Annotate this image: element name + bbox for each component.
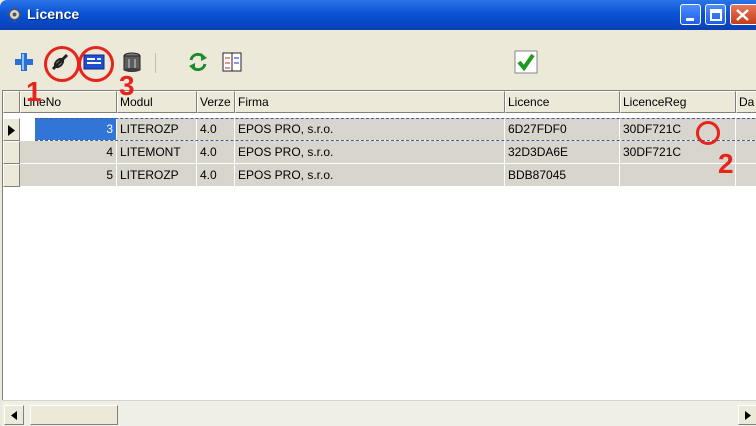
- card-button[interactable]: [82, 50, 106, 74]
- cell-licencereg[interactable]: 30DF721C: [620, 118, 736, 141]
- cell-da[interactable]: [736, 164, 756, 187]
- table-row[interactable]: 4 LITEMONT 4.0 EPOS PRO, s.r.o. 32D3DA6E…: [3, 141, 756, 164]
- row-focus-outline: [35, 118, 755, 119]
- cell-firma[interactable]: EPOS PRO, s.r.o.: [235, 164, 505, 187]
- cell-modul[interactable]: LITEROZP: [117, 118, 197, 141]
- cell-licence[interactable]: BDB87045: [505, 164, 620, 187]
- cell-lineno[interactable]: 4: [20, 141, 117, 164]
- grid-header: LineNo Modul Verze Firma Licence Licence…: [3, 91, 756, 113]
- edit-button[interactable]: [48, 50, 72, 74]
- toolbar: [0, 30, 756, 90]
- row-indicator[interactable]: [3, 141, 20, 164]
- scrollbar-thumb[interactable]: [30, 405, 118, 425]
- columns-button[interactable]: [220, 50, 244, 74]
- arrow-left-icon: [11, 411, 17, 420]
- column-header-licencereg[interactable]: LicenceReg: [620, 91, 736, 113]
- toolbar-separator: [155, 53, 156, 73]
- row-indicator[interactable]: [3, 164, 20, 187]
- title-bar[interactable]: Licence: [0, 0, 756, 30]
- column-header-licence[interactable]: Licence: [505, 91, 620, 113]
- add-button[interactable]: [12, 50, 36, 74]
- cell-lineno[interactable]: 5: [20, 164, 117, 187]
- cell-modul[interactable]: LITEMONT: [117, 141, 197, 164]
- scroll-right-button[interactable]: [738, 405, 756, 425]
- gear-icon: [7, 7, 22, 22]
- cell-firma[interactable]: EPOS PRO, s.r.o.: [235, 118, 505, 141]
- table-row[interactable]: 3 LITEROZP 4.0 EPOS PRO, s.r.o. 6D27FDF0…: [3, 118, 756, 141]
- row-indicator[interactable]: [3, 118, 20, 141]
- scroll-left-button[interactable]: [4, 405, 24, 425]
- window-title: Licence: [27, 6, 80, 22]
- annotation-label-1: 1: [26, 76, 42, 107]
- table-row[interactable]: 5 LITEROZP 4.0 EPOS PRO, s.r.o. BDB87045: [3, 164, 756, 187]
- confirm-button[interactable]: [514, 50, 538, 74]
- cell-lineno[interactable]: 3: [35, 118, 117, 141]
- minimize-button[interactable]: [680, 4, 701, 25]
- maximize-button[interactable]: [705, 4, 726, 25]
- refresh-button[interactable]: [186, 50, 210, 74]
- licence-grid[interactable]: LineNo Modul Verze Firma Licence Licence…: [2, 90, 756, 401]
- licence-window: Licence LineNo Modul Verze Firma Licence…: [0, 0, 756, 426]
- annotation-label-2: 2: [718, 148, 734, 179]
- cell-firma[interactable]: EPOS PRO, s.r.o.: [235, 141, 505, 164]
- horizontal-scrollbar[interactable]: [2, 400, 756, 426]
- header-corner: [3, 91, 20, 113]
- column-header-verze[interactable]: Verze: [197, 91, 235, 113]
- arrow-right-icon: [745, 411, 751, 420]
- cell-da[interactable]: [736, 141, 756, 164]
- column-header-da[interactable]: Da: [736, 91, 756, 113]
- close-button[interactable]: [730, 4, 756, 25]
- cell-verze[interactable]: 4.0: [197, 164, 235, 187]
- current-row-arrow-icon: [8, 125, 15, 136]
- cell-modul[interactable]: LITEROZP: [117, 164, 197, 187]
- cell-licence[interactable]: 32D3DA6E: [505, 141, 620, 164]
- cell-licence[interactable]: 6D27FDF0: [505, 118, 620, 141]
- cell-verze[interactable]: 4.0: [197, 141, 235, 164]
- column-header-firma[interactable]: Firma: [235, 91, 505, 113]
- cell-verze[interactable]: 4.0: [197, 118, 235, 141]
- annotation-label-3: 3: [119, 70, 135, 101]
- cell-da[interactable]: [736, 118, 756, 141]
